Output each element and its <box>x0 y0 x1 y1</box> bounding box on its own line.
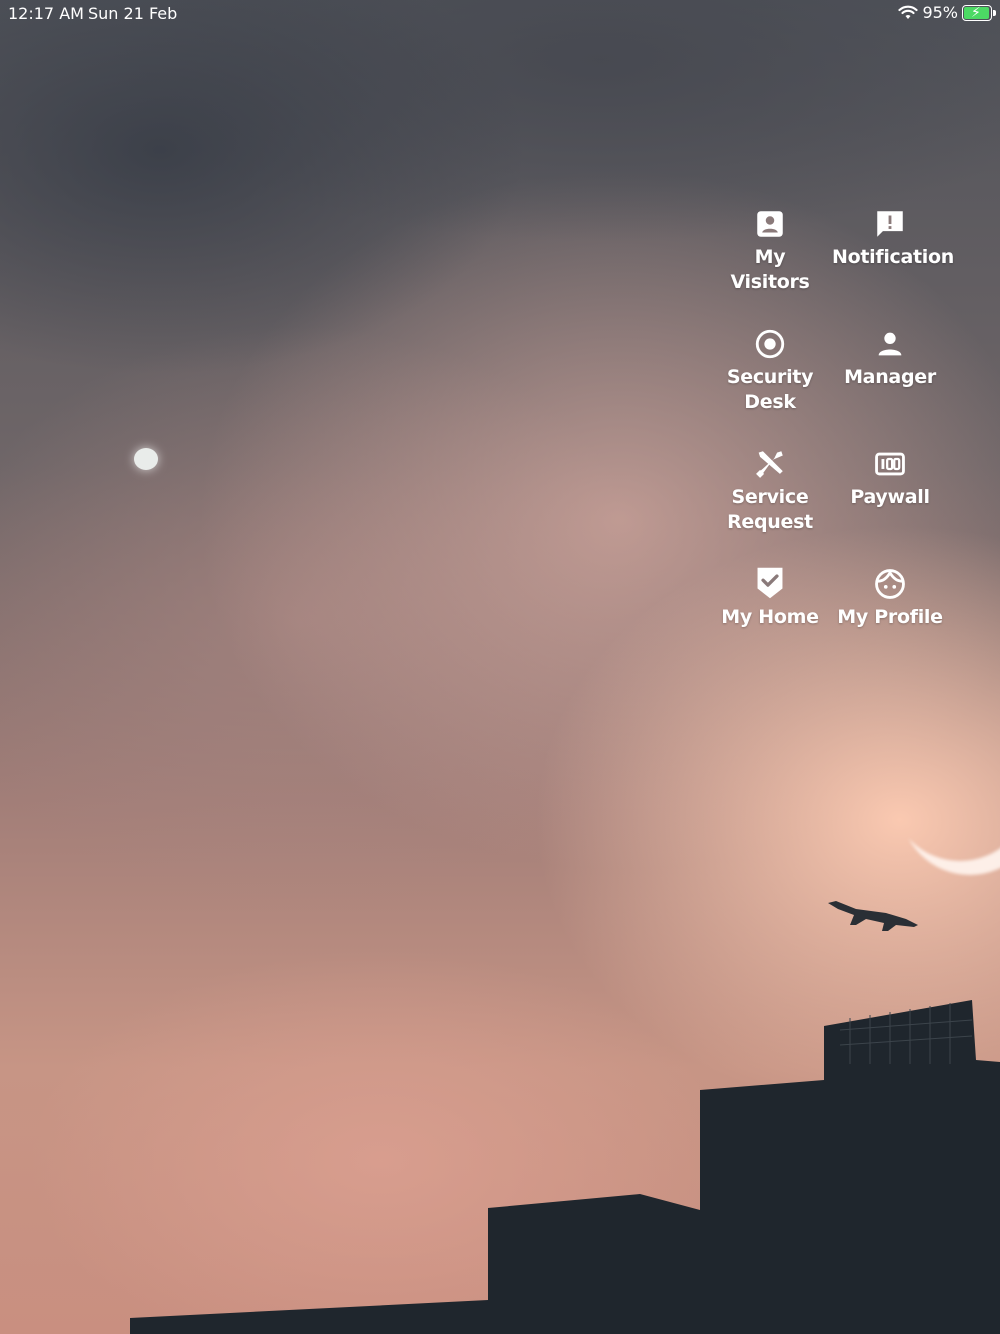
menu-item-label: My Visitors <box>730 246 810 293</box>
alert-message-icon <box>877 211 903 237</box>
battery-nub <box>993 9 996 16</box>
radio-target-icon <box>755 329 785 359</box>
building-silhouette <box>130 1000 1000 1334</box>
status-date: Sun 21 Feb <box>88 4 178 23</box>
status-time: 12:17 AM <box>8 4 84 23</box>
menu-item-label: Notification <box>832 246 954 268</box>
face-icon <box>875 569 905 599</box>
menu-item-label: My Home <box>721 606 819 628</box>
menu-item-my-visitors[interactable]: My Visitors <box>712 207 828 295</box>
battery-percent: 95% <box>922 3 958 22</box>
status-bar: 12:17 AM Sun 21 Feb 95% ⚡ <box>0 0 1000 28</box>
menu-item-label: Paywall <box>850 486 930 508</box>
menu-item-my-home[interactable]: My Home <box>712 565 828 630</box>
person-icon <box>878 332 902 356</box>
wifi-icon <box>898 5 919 19</box>
tools-icon <box>756 451 783 478</box>
menu-item-notification[interactable]: Notification <box>832 207 954 270</box>
status-right: 95% ⚡ <box>898 3 996 22</box>
menu-item-manager[interactable]: Manager <box>832 327 948 390</box>
menu-item-label: Service Request <box>727 486 813 533</box>
menu-item-label: Security Desk <box>726 366 814 413</box>
charging-bolt-icon: ⚡ <box>971 4 981 21</box>
menu-item-label: My Profile <box>837 606 943 628</box>
menu-item-service-request[interactable]: Service Request <box>712 447 828 535</box>
menu-item-security-desk[interactable]: Security Desk <box>712 327 828 415</box>
menu-item-my-profile[interactable]: My Profile <box>832 567 948 630</box>
menu-item-label: Manager <box>844 366 936 388</box>
shield-check-icon <box>757 567 783 599</box>
visitor-badge-icon <box>757 211 783 237</box>
counter-icon <box>875 452 905 476</box>
menu-item-paywall[interactable]: Paywall <box>832 447 948 510</box>
battery-icon: ⚡ <box>962 4 996 21</box>
